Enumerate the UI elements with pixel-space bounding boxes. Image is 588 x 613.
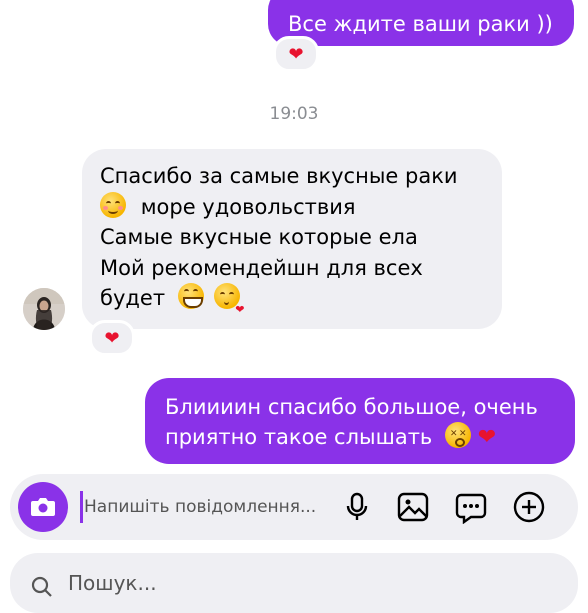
- timestamp: 19:03: [269, 104, 319, 124]
- avatar[interactable]: [23, 288, 65, 330]
- message-line: Спасибо за самые вкусные раки: [100, 164, 458, 188]
- message-line: море удовольствия: [140, 194, 356, 219]
- search-icon: [31, 576, 52, 597]
- face-blowing-kiss-icon: ❤: [214, 283, 244, 316]
- heart-icon: ❤: [104, 327, 120, 349]
- add-icon[interactable]: [512, 490, 546, 524]
- heart-reaction[interactable]: ❤: [89, 320, 135, 356]
- message-text: Все ждите ваши раки )): [288, 12, 553, 36]
- incoming-message-bubble[interactable]: Спасибо за самые вкусные раки море удово…: [82, 149, 502, 329]
- outgoing-message-bubble[interactable]: Блиииин спасибо большое, очень приятно т…: [145, 378, 575, 464]
- message-line-with-emoji: приятно такое слышать ✕ ✕ ❤: [165, 422, 565, 453]
- search-placeholder: Пошук...: [68, 571, 157, 595]
- heart-icon: ❤: [288, 43, 304, 65]
- message-line-with-emoji: будет ❤: [100, 283, 492, 316]
- camera-button[interactable]: [18, 482, 68, 532]
- relieved-face-icon: [100, 191, 126, 218]
- gallery-icon[interactable]: [396, 490, 430, 524]
- microphone-icon[interactable]: [340, 490, 374, 524]
- message-line: приятно такое слышать: [165, 425, 433, 449]
- face-exhaling-icon: ✕ ✕: [445, 422, 471, 448]
- message-line: Самые вкусные которые ела: [100, 225, 418, 249]
- message-line: Блиииин спасибо большое, очень: [165, 395, 538, 419]
- avatar-photo-icon: [23, 288, 65, 330]
- sticker-icon[interactable]: [454, 490, 488, 524]
- message-line-with-emoji: море удовольствия: [100, 191, 492, 223]
- message-input[interactable]: [84, 474, 334, 540]
- text-cursor: [80, 491, 83, 523]
- grinning-face-icon: [177, 283, 204, 309]
- message-composer: [10, 474, 578, 540]
- message-line: будет: [100, 286, 166, 310]
- red-heart-icon: ❤: [477, 425, 497, 450]
- message-line: Мой рекомендейшн для всех: [100, 255, 423, 280]
- search-bar[interactable]: Пошук...: [10, 553, 578, 613]
- camera-icon: [31, 498, 55, 516]
- heart-reaction[interactable]: ❤: [273, 36, 319, 72]
- outgoing-message-bubble[interactable]: Все ждите ваши раки )): [268, 0, 574, 46]
